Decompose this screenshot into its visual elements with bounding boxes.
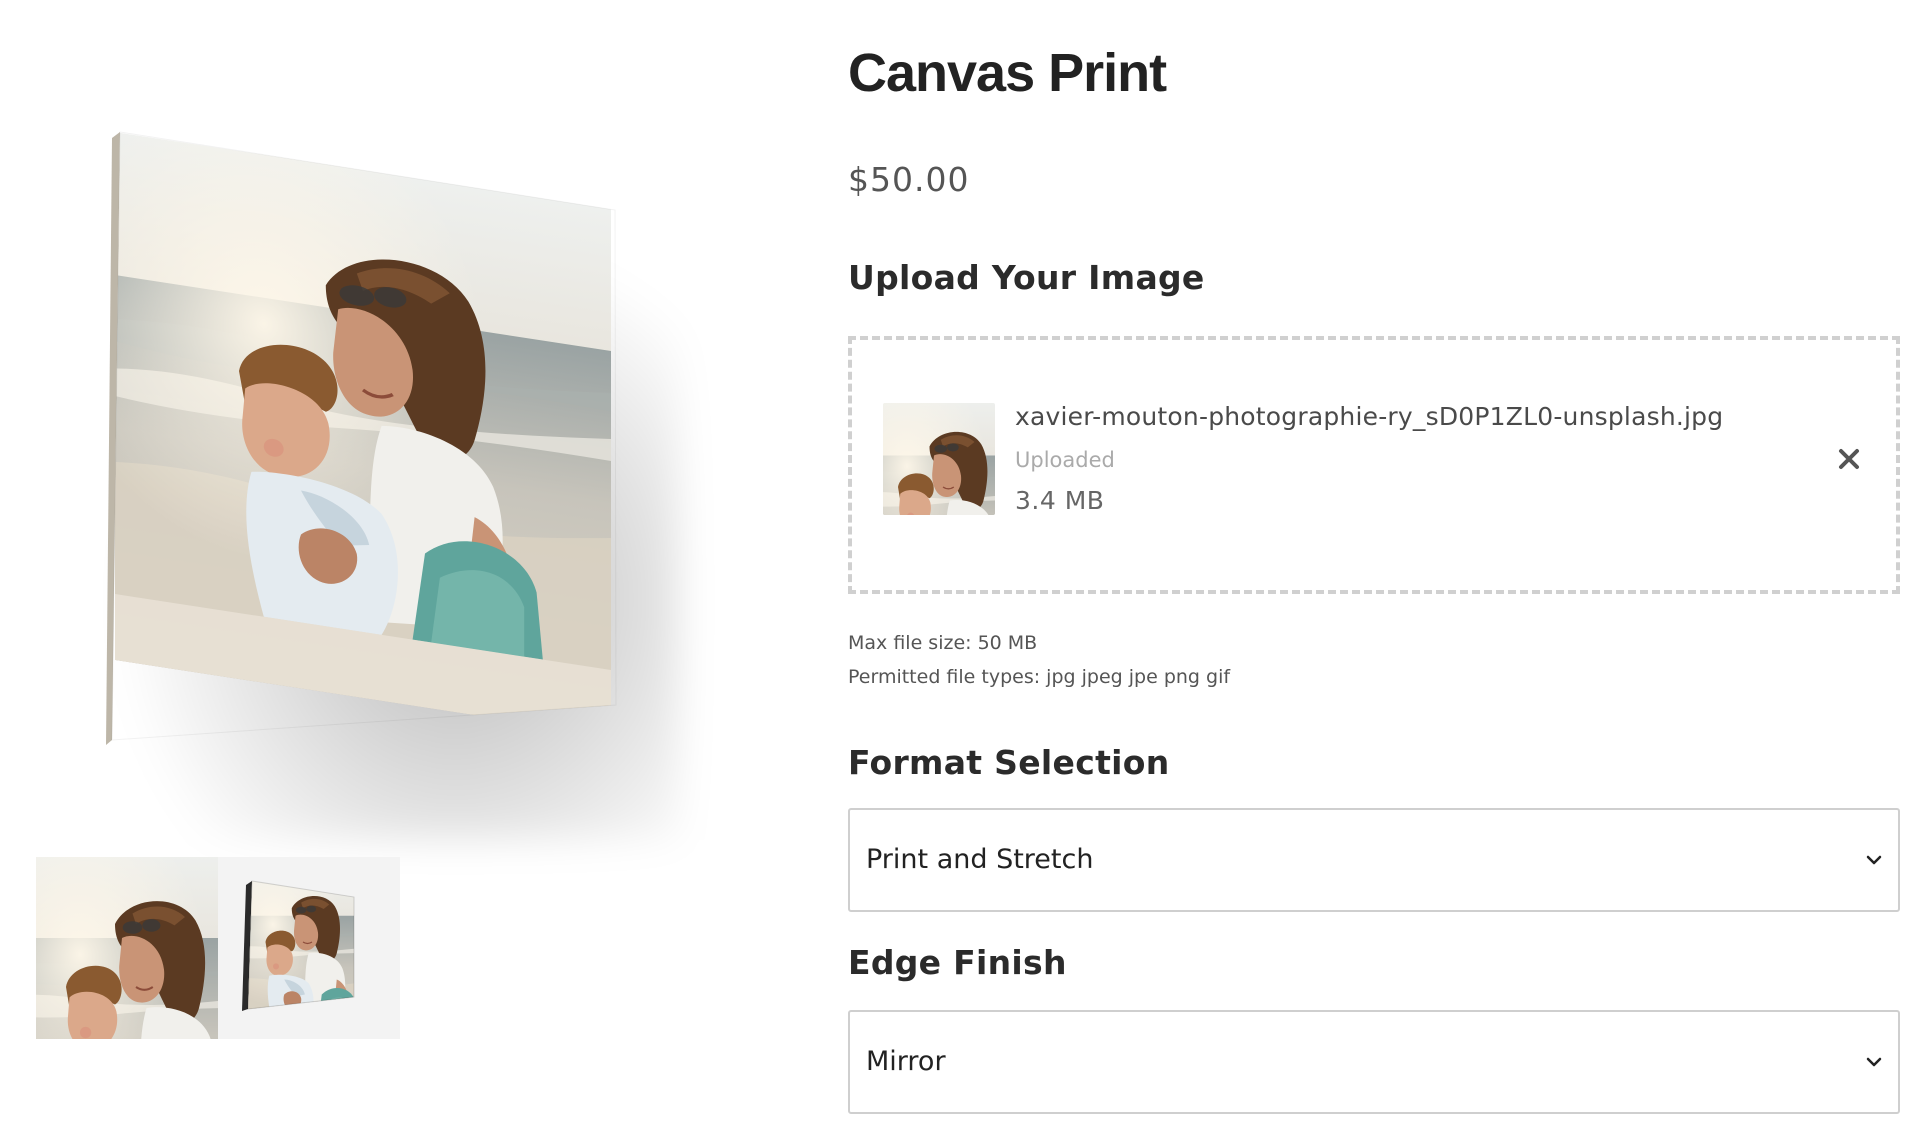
format-heading: Format Selection bbox=[848, 743, 1170, 782]
product-price: $50.00 bbox=[848, 160, 970, 199]
permitted-file-types-note: Permitted file types: jpg jpeg jpe png g… bbox=[848, 666, 1231, 688]
thumbnail-gallery bbox=[36, 857, 400, 1039]
chevron-down-icon bbox=[1866, 1057, 1882, 1067]
uploaded-file-status: Uploaded bbox=[1015, 448, 1115, 472]
uploaded-file-thumbnail bbox=[883, 403, 995, 515]
thumbnail-canvas-mockup[interactable] bbox=[218, 857, 400, 1039]
upload-dropzone[interactable]: xavier-mouton-photographie-ry_sD0P1ZL0-u… bbox=[848, 336, 1900, 594]
thumbnail-canvas-image bbox=[242, 880, 355, 1011]
format-select[interactable]: Print and Stretch bbox=[848, 808, 1900, 912]
max-file-size-note: Max file size: 50 MB bbox=[848, 632, 1038, 654]
edge-finish-heading: Edge Finish bbox=[848, 943, 1067, 982]
uploaded-file-preview bbox=[883, 403, 995, 515]
close-icon bbox=[1839, 449, 1859, 469]
uploaded-file-size: 3.4 MB bbox=[1015, 486, 1105, 515]
canvas-mockup bbox=[106, 131, 617, 745]
format-select-value: Print and Stretch bbox=[866, 844, 1094, 875]
chevron-down-icon bbox=[1866, 855, 1882, 865]
edge-finish-select-value: Mirror bbox=[866, 1046, 946, 1077]
edge-finish-select[interactable]: Mirror bbox=[848, 1010, 1900, 1114]
product-title: Canvas Print bbox=[848, 43, 1167, 103]
product-page: Canvas Print $50.00 Upload Your Image xa… bbox=[0, 0, 1920, 1140]
thumbnail-photo[interactable] bbox=[36, 857, 218, 1039]
main-product-image bbox=[60, 90, 760, 840]
thumbnail-photo-image bbox=[36, 857, 218, 1039]
upload-heading: Upload Your Image bbox=[848, 258, 1205, 297]
remove-file-button[interactable] bbox=[1832, 442, 1866, 476]
uploaded-file-name: xavier-mouton-photographie-ry_sD0P1ZL0-u… bbox=[1015, 402, 1724, 431]
